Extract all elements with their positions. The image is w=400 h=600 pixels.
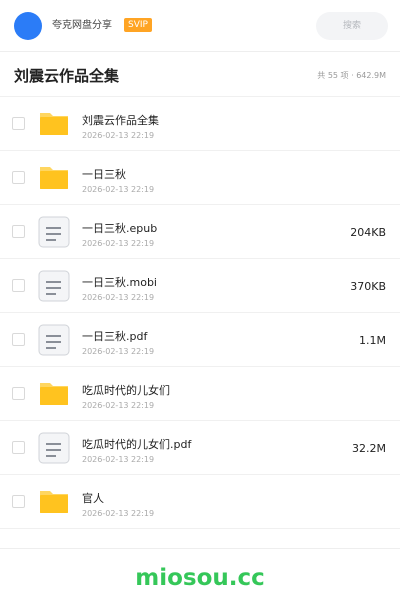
file-size: 370KB [350,280,386,293]
row-checkbox[interactable] [12,441,25,454]
brand-watermark: miosou.cc [135,565,265,591]
document-icon [38,432,70,464]
file-row[interactable]: 一日三秋 2026-02-13 22:19 [0,151,400,205]
file-name[interactable]: 一日三秋.epub [82,222,157,236]
file-date: 2026-02-13 22:19 [82,131,155,140]
file-row[interactable]: 一日三秋.mobi 2026-02-13 22:19 370KB [0,259,400,313]
row-checkbox[interactable] [12,225,25,238]
file-row[interactable]: 一日三秋.epub 2026-02-13 22:19 204KB [0,205,400,259]
file-date: 2026-02-13 22:19 [82,455,155,464]
document-icon [38,216,70,248]
file-date: 2026-02-13 22:19 [82,509,155,518]
file-name[interactable]: 刘震云作品全集 [82,114,159,128]
file-date: 2026-02-13 22:19 [82,347,155,356]
page-title: 刘震云作品全集 [14,67,120,85]
file-list: 刘震云作品全集 2026-02-13 22:19 一日三秋 2026-02-13 22… [0,96,400,529]
file-name[interactable]: 一日三秋.pdf [82,330,147,344]
file-date: 2026-02-13 22:19 [82,401,155,410]
header: 夸克网盘分享 SVIP 搜索 [0,0,400,52]
folder-icon [38,162,70,194]
file-row[interactable]: 吃瓜时代的儿女们 2026-02-13 22:19 [0,367,400,421]
file-date: 2026-02-13 22:19 [82,185,155,194]
file-row[interactable]: 刘震云作品全集 2026-02-13 22:19 [0,97,400,151]
folder-icon [38,378,70,410]
search-input[interactable]: 搜索 [316,12,388,40]
file-name[interactable]: 官人 [82,492,104,506]
share-name: 夸克网盘分享 [52,20,112,31]
file-date: 2026-02-13 22:19 [82,293,155,302]
file-row[interactable]: 吃瓜时代的儿女们.pdf 2026-02-13 22:19 32.2M [0,421,400,475]
document-icon [38,270,70,302]
row-checkbox[interactable] [12,333,25,346]
file-name[interactable]: 吃瓜时代的儿女们 [82,384,170,398]
row-checkbox[interactable] [12,387,25,400]
file-size: 1.1M [359,334,386,347]
file-name[interactable]: 吃瓜时代的儿女们.pdf [82,438,191,452]
row-checkbox[interactable] [12,117,25,130]
svip-badge: SVIP [124,18,152,32]
row-checkbox[interactable] [12,171,25,184]
file-size: 204KB [350,226,386,239]
document-icon [38,324,70,356]
file-row[interactable]: 一日三秋.pdf 2026-02-13 22:19 1.1M [0,313,400,367]
file-size: 32.2M [352,442,386,455]
footer: miosou.cc [0,548,400,600]
file-date: 2026-02-13 22:19 [82,239,155,248]
row-checkbox[interactable] [12,279,25,292]
item-summary: 共 55 项 · 642.9M [317,71,386,80]
folder-icon [38,486,70,518]
file-name[interactable]: 一日三秋 [82,168,126,182]
file-name[interactable]: 一日三秋.mobi [82,276,157,290]
row-checkbox[interactable] [12,495,25,508]
file-row[interactable]: 官人 2026-02-13 22:19 [0,475,400,529]
avatar[interactable] [14,12,42,40]
folder-icon [38,108,70,140]
